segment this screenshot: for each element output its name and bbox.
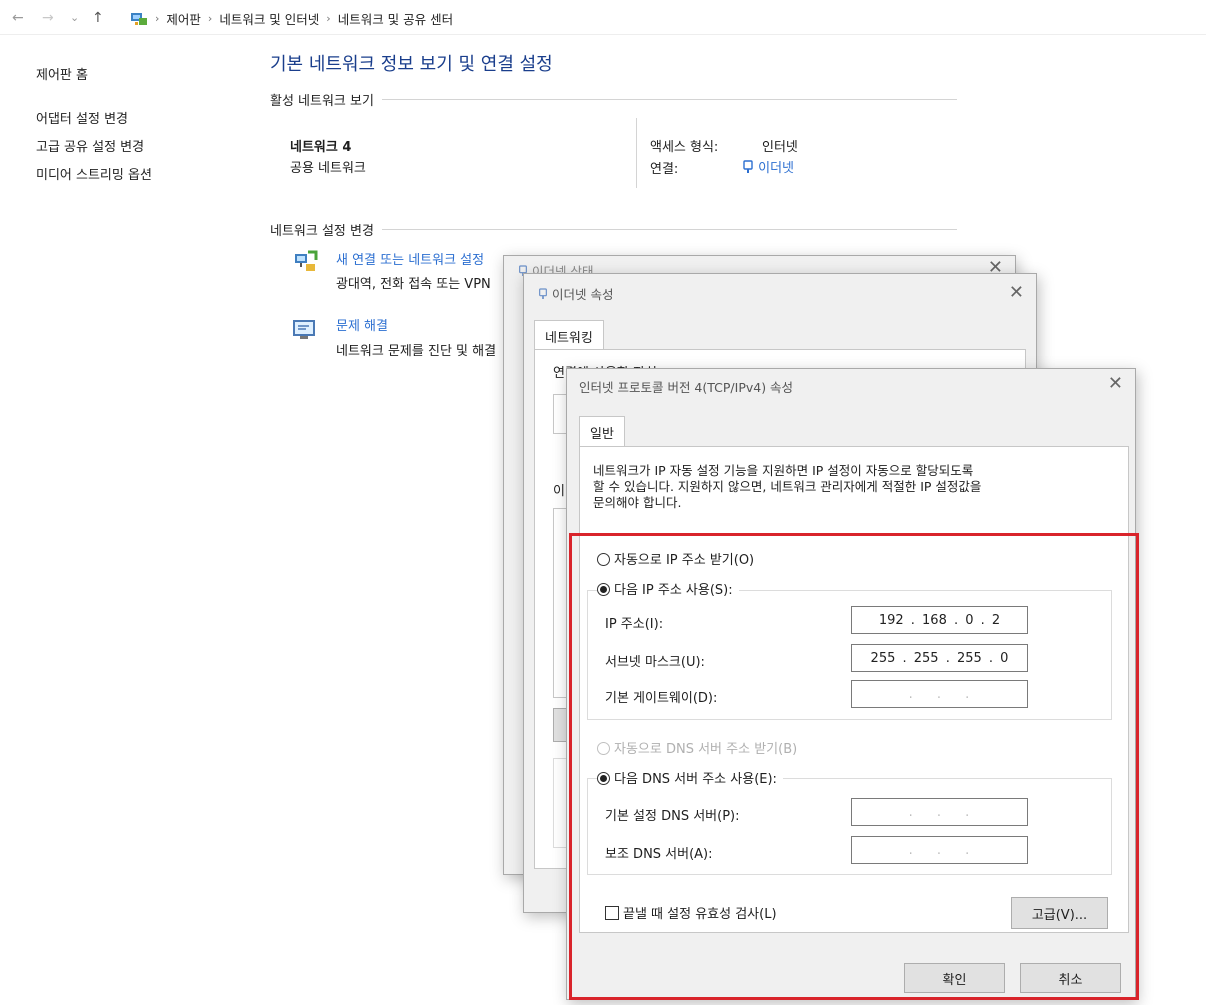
connection-label: 연결: xyxy=(650,162,679,177)
preferred-dns-label: 기본 설정 DNS 서버(P): xyxy=(605,809,740,824)
breadcrumb-control-panel[interactable]: 제어판 xyxy=(166,9,201,28)
alternate-dns-label: 보조 DNS 서버(A): xyxy=(605,847,713,862)
ip-address-label: IP 주소(I): xyxy=(605,617,664,632)
ethernet-icon xyxy=(743,160,753,173)
new-connection-description: 광대역, 전화 접속 또는 VPN xyxy=(336,277,491,292)
ipv4-description-line-3: 문의해야 합니다. xyxy=(593,495,682,510)
active-networks-header: 활성 네트워크 보기 xyxy=(270,90,957,109)
control-panel-icon xyxy=(130,11,148,27)
tab-networking[interactable]: 네트워킹 xyxy=(534,320,604,352)
manual-dns-radio[interactable]: 다음 DNS 서버 주소 사용(E): xyxy=(597,768,783,787)
sidebar-home-link[interactable]: 제어판 홈 xyxy=(36,64,88,83)
new-connection-icon xyxy=(292,248,318,278)
ethernet-properties-title: 이더넷 속성 xyxy=(538,284,613,303)
radio-selected-icon xyxy=(597,772,610,785)
breadcrumb-separator-icon: › xyxy=(326,12,331,25)
access-type-value: 인터넷 xyxy=(762,140,798,155)
recent-locations-icon[interactable]: ⌄ xyxy=(70,10,79,26)
troubleshoot-description: 네트워크 문제를 진단 및 해결 xyxy=(336,344,497,359)
ip-address-input[interactable]: 192 . 168 . 0 . 2 xyxy=(851,606,1028,634)
network-type: 공용 네트워크 xyxy=(290,161,366,176)
auto-dns-radio[interactable]: 자동으로 DNS 서버 주소 받기(B) xyxy=(597,738,797,757)
auto-ip-radio[interactable]: 자동으로 IP 주소 받기(O) xyxy=(597,549,754,568)
ethernet-icon xyxy=(539,288,547,299)
back-icon[interactable]: ← xyxy=(12,10,24,26)
change-settings-header: 네트워크 설정 변경 xyxy=(270,220,957,239)
default-gateway-input[interactable]: . . . xyxy=(851,680,1028,708)
preferred-dns-input[interactable]: . . . xyxy=(851,798,1028,826)
default-gateway-label: 기본 게이트웨이(D): xyxy=(605,691,718,706)
radio-disabled-icon xyxy=(597,742,610,755)
ipv4-properties-dialog: 인터넷 프로토콜 버전 4(TCP/IPv4) 속성 ✕ 일반 네트워크가 IP… xyxy=(566,368,1136,1000)
subnet-mask-input[interactable]: 255 . 255 . 255 . 0 xyxy=(851,644,1028,672)
ipv4-description-line-2: 할 수 있습니다. 지원하지 않으면, 네트워크 관리자에게 적절한 IP 설정… xyxy=(593,479,982,494)
ipv4-dialog-title: 인터넷 프로토콜 버전 4(TCP/IPv4) 속성 xyxy=(579,380,794,395)
validate-on-exit-checkbox[interactable]: 끝낼 때 설정 유효성 검사(L) xyxy=(605,903,777,922)
troubleshoot-icon xyxy=(292,318,318,346)
troubleshoot-link[interactable]: 문제 해결 xyxy=(336,315,388,334)
page-title: 기본 네트워크 정보 보기 및 연결 설정 xyxy=(270,54,553,75)
breadcrumb-separator-icon: › xyxy=(207,12,213,25)
alternate-dns-input[interactable]: . . . xyxy=(851,836,1028,864)
address-bar-divider xyxy=(0,34,1206,35)
tab-general[interactable]: 일반 xyxy=(579,416,625,448)
breadcrumb-network-internet[interactable]: 네트워크 및 인터넷 xyxy=(219,9,319,28)
advanced-button[interactable]: 고급(V)... xyxy=(1011,897,1108,929)
items-label: 이 xyxy=(553,484,565,499)
sidebar-item-adapter-settings[interactable]: 어댑터 설정 변경 xyxy=(36,108,128,127)
access-type-label: 액세스 형식: xyxy=(650,140,719,155)
sidebar-item-media-streaming[interactable]: 미디어 스트리밍 옵션 xyxy=(36,164,152,183)
network-name: 네트워크 4 xyxy=(290,140,352,155)
network-divider xyxy=(636,118,637,188)
breadcrumb: › 제어판 › 네트워크 및 인터넷 › 네트워크 및 공유 센터 xyxy=(130,9,453,28)
checkbox-icon xyxy=(605,906,619,920)
ethernet-properties-close-icon[interactable]: ✕ xyxy=(1009,282,1024,303)
forward-icon[interactable]: → xyxy=(42,10,54,26)
manual-ip-radio[interactable]: 다음 IP 주소 사용(S): xyxy=(597,579,739,598)
subnet-mask-label: 서브넷 마스크(U): xyxy=(605,655,705,670)
ethernet-connection-link[interactable]: 이더넷 xyxy=(742,157,794,176)
breadcrumb-separator-icon: › xyxy=(155,12,160,25)
radio-selected-icon xyxy=(597,583,610,596)
cancel-button[interactable]: 취소 xyxy=(1020,963,1121,993)
up-icon[interactable]: ↑ xyxy=(92,10,104,26)
new-connection-link[interactable]: 새 연결 또는 네트워크 설정 xyxy=(336,249,484,268)
ipv4-description-line-1: 네트워크가 IP 자동 설정 기능을 지원하면 IP 설정이 자동으로 할당되도… xyxy=(593,463,974,478)
breadcrumb-network-sharing-center[interactable]: 네트워크 및 공유 센터 xyxy=(338,9,453,28)
ipv4-close-icon[interactable]: ✕ xyxy=(1108,373,1123,394)
ok-button[interactable]: 확인 xyxy=(904,963,1005,993)
sidebar-item-advanced-sharing[interactable]: 고급 공유 설정 변경 xyxy=(36,136,144,155)
radio-icon xyxy=(597,553,610,566)
